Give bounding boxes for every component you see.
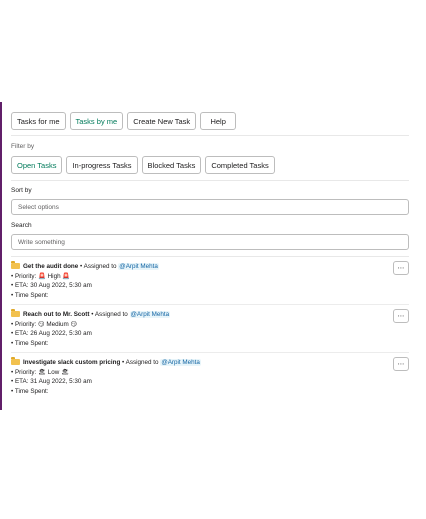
task-title-line: Reach out to Mr. Scott • Assigned to @Ar… (11, 309, 409, 320)
priority-label: • Priority: (11, 368, 39, 376)
priority-value: 🏖 Low 🏖 (38, 368, 70, 376)
task-more-button[interactable]: ⋯ (393, 261, 409, 275)
folder-icon (11, 357, 20, 365)
assignee-mention[interactable]: @Arpit Mehta (160, 359, 201, 366)
task-item: Get the audit done • Assigned to @Arpit … (11, 257, 409, 304)
divider (11, 180, 409, 181)
create-new-task-button[interactable]: Create New Task (127, 112, 197, 130)
task-priority: • Priority: 😏 Medium 😏 (11, 320, 409, 330)
task-panel: Tasks for me Tasks by me Create New Task… (11, 112, 409, 400)
folder-icon (11, 261, 20, 269)
eta-value: 30 Aug 2022, 5:30 am (30, 282, 92, 289)
task-priority: • Priority: 🚨 High 🚨 (11, 272, 409, 282)
filter-blocked-tasks-button[interactable]: Blocked Tasks (141, 156, 202, 174)
task-eta: • ETA: 30 Aug 2022, 5:30 am (11, 281, 409, 291)
assigned-prefix: • Assigned to (78, 263, 119, 270)
search-input[interactable]: Write something (11, 234, 409, 250)
help-button[interactable]: Help (200, 112, 237, 130)
filter-button-row: Open Tasks In-progress Tasks Blocked Tas… (11, 156, 409, 174)
search-label: Search (11, 222, 32, 229)
task-item: Reach out to Mr. Scott • Assigned to @Ar… (11, 305, 409, 352)
assigned-prefix: • Assigned to (89, 311, 130, 318)
task-title: Investigate slack custom pricing (23, 359, 121, 366)
task-eta: • ETA: 26 Aug 2022, 5:30 am (11, 329, 409, 339)
task-time-spent: • Time Spent: (11, 339, 49, 347)
task-more-button[interactable]: ⋯ (393, 309, 409, 323)
priority-value: 😏 Medium 😏 (38, 320, 78, 328)
task-eta: • ETA: 31 Aug 2022, 5:30 am (11, 377, 409, 387)
message-thread-bar (0, 102, 2, 410)
assignee-mention[interactable]: @Arpit Mehta (118, 263, 159, 270)
task-item: Investigate slack custom pricing • Assig… (11, 353, 409, 400)
eta-label: • ETA: (11, 330, 31, 337)
assignee-mention[interactable]: @Arpit Mehta (129, 311, 171, 318)
eta-label: • ETA: (11, 378, 31, 385)
filter-label: Filter by (11, 143, 35, 150)
divider (11, 135, 409, 136)
assigned-prefix: • Assigned to (120, 359, 161, 366)
sort-label: Sort by (11, 187, 32, 194)
task-title-line: Get the audit done • Assigned to @Arpit … (11, 261, 409, 272)
task-title: Reach out to Mr. Scott (23, 311, 90, 318)
sort-select[interactable]: Select options (11, 199, 409, 215)
priority-value: 🚨 High 🚨 (38, 272, 71, 280)
filter-open-tasks-button[interactable]: Open Tasks (11, 156, 63, 174)
tasks-for-me-button[interactable]: Tasks for me (11, 112, 66, 130)
task-title: Get the audit done (23, 263, 79, 270)
task-time-spent: • Time Spent: (11, 387, 49, 395)
task-more-button[interactable]: ⋯ (393, 357, 409, 371)
tasks-by-me-button[interactable]: Tasks by me (69, 112, 124, 130)
priority-label: • Priority: (11, 320, 39, 328)
filter-completed-tasks-button[interactable]: Completed Tasks (205, 156, 275, 174)
filter-in-progress-tasks-button[interactable]: In-progress Tasks (66, 156, 138, 174)
eta-value: 31 Aug 2022, 5:30 am (30, 378, 92, 385)
top-button-row: Tasks for me Tasks by me Create New Task… (11, 112, 409, 130)
task-priority: • Priority: 🏖 Low 🏖 (11, 368, 409, 378)
eta-value: 26 Aug 2022, 5:30 am (30, 330, 92, 337)
task-time-spent: • Time Spent: (11, 291, 49, 299)
priority-label: • Priority: (11, 272, 39, 280)
task-title-line: Investigate slack custom pricing • Assig… (11, 357, 409, 368)
eta-label: • ETA: (11, 282, 31, 289)
folder-icon (11, 309, 20, 317)
